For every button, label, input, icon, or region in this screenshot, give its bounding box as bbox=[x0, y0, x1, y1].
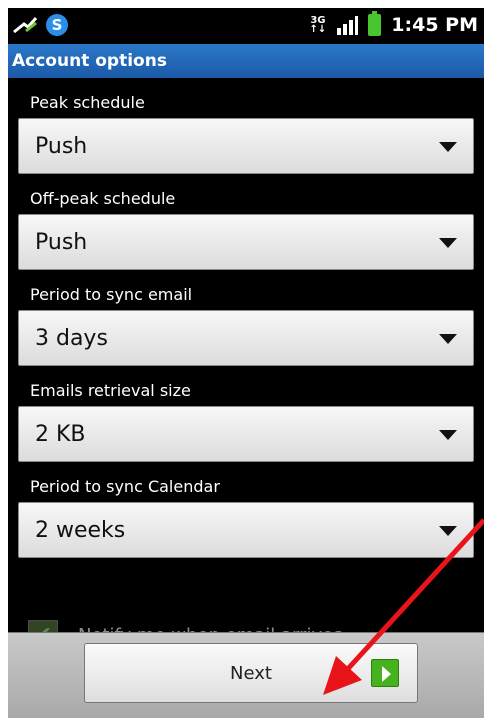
skype-icon: S bbox=[46, 14, 68, 36]
account-options-list: Peak schedule Push Off-peak schedule Pus… bbox=[8, 78, 484, 558]
sync-calendar-period-spinner[interactable]: 2 weeks bbox=[18, 502, 474, 558]
off-peak-schedule-spinner[interactable]: Push bbox=[18, 214, 474, 270]
option-retrieval-size: Emails retrieval size 2 KB bbox=[8, 366, 484, 462]
option-label: Period to sync Calendar bbox=[30, 477, 220, 496]
status-right-icons: 3G ↑↓ 1:45 PM bbox=[309, 11, 478, 38]
option-label: Off-peak schedule bbox=[30, 189, 176, 208]
peak-schedule-spinner[interactable]: Push bbox=[18, 118, 474, 174]
spinner-value: Push bbox=[35, 133, 88, 159]
dropdown-arrow-icon bbox=[439, 238, 457, 248]
sync-email-period-spinner[interactable]: 3 days bbox=[18, 310, 474, 366]
spinner-value: 2 weeks bbox=[35, 517, 126, 543]
dropdown-arrow-icon bbox=[439, 334, 457, 344]
network-3g-icon: 3G ↑↓ bbox=[309, 15, 327, 35]
option-sync-email-period: Period to sync email 3 days bbox=[8, 270, 484, 366]
battery-icon bbox=[368, 11, 382, 36]
option-off-peak-schedule: Off-peak schedule Push bbox=[8, 174, 484, 270]
clock: 1:45 PM bbox=[391, 14, 478, 36]
spinner-value: Push bbox=[35, 229, 88, 255]
bottom-bar: Next bbox=[8, 632, 484, 718]
dropdown-arrow-icon bbox=[439, 430, 457, 440]
next-button-label: Next bbox=[230, 662, 272, 684]
option-label: Period to sync email bbox=[30, 285, 193, 304]
status-left-icons: S bbox=[12, 12, 68, 38]
next-arrow-icon bbox=[371, 659, 399, 687]
dropdown-arrow-icon bbox=[439, 526, 457, 536]
option-label: Emails retrieval size bbox=[30, 381, 191, 400]
signal-icon bbox=[337, 16, 359, 35]
next-button[interactable]: Next bbox=[84, 643, 418, 703]
option-peak-schedule: Peak schedule Push bbox=[8, 78, 484, 174]
status-bar: S 3G ↑↓ 1:45 PM bbox=[8, 8, 484, 42]
spinner-value: 3 days bbox=[35, 325, 108, 351]
phone-screen: S 3G ↑↓ 1:45 PM Account options Peak sch… bbox=[8, 8, 484, 718]
spinner-value: 2 KB bbox=[35, 421, 86, 447]
page-title: Account options bbox=[8, 44, 484, 78]
usb-debug-icon bbox=[13, 17, 38, 34]
option-sync-calendar-period: Period to sync Calendar 2 weeks bbox=[8, 462, 484, 558]
option-label: Peak schedule bbox=[30, 93, 145, 112]
retrieval-size-spinner[interactable]: 2 KB bbox=[18, 406, 474, 462]
dropdown-arrow-icon bbox=[439, 142, 457, 152]
